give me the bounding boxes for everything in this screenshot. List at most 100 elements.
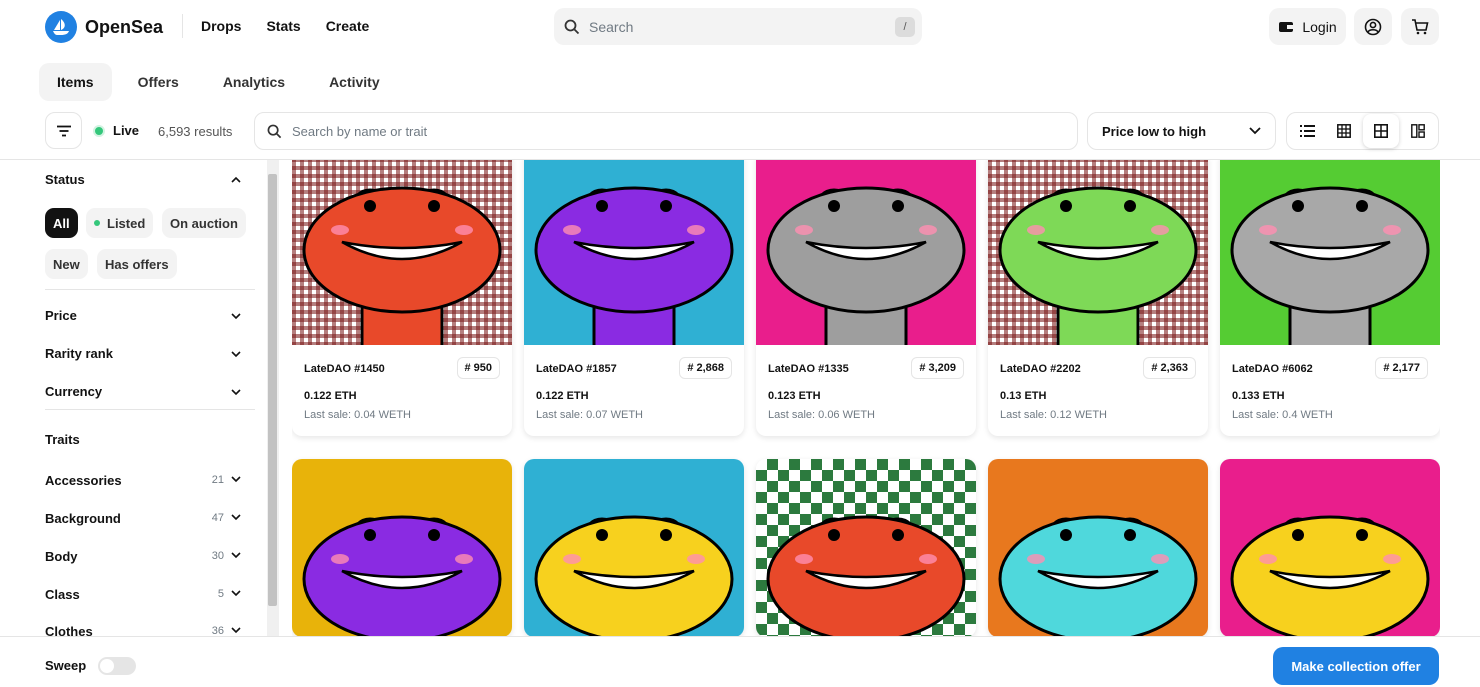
make-collection-offer-button[interactable]: Make collection offer [1273, 647, 1439, 685]
nft-last-sale: Last sale: 0.4 WETH [1232, 409, 1333, 421]
nft-card[interactable] [524, 459, 744, 636]
frog-illustration [302, 186, 502, 345]
chevron-up-icon[interactable] [230, 174, 242, 186]
live-label: Live [113, 123, 140, 138]
global-search-input[interactable]: Search / [554, 8, 922, 45]
top-header: OpenSea Drops Stats Create Search / Logi… [0, 0, 1480, 54]
nft-name: LateDAO #1450 [304, 363, 385, 375]
trait-class[interactable]: Class [45, 587, 80, 602]
chevron-down-icon[interactable] [230, 549, 242, 561]
nft-image[interactable] [988, 459, 1208, 636]
nft-image[interactable] [524, 160, 744, 345]
chevron-down-icon[interactable] [230, 624, 242, 636]
nft-card[interactable] [988, 459, 1208, 636]
tab-items[interactable]: Items [39, 63, 112, 101]
nft-card-info: LateDAO #2202 # 2,363 0.13 ETH Last sale: 0… [988, 345, 1208, 436]
nft-image[interactable] [988, 160, 1208, 345]
grid-large-icon [1373, 124, 1388, 138]
status-pill-new[interactable]: New [45, 249, 88, 279]
small-grid-view-button[interactable] [1326, 114, 1363, 148]
status-pill-on-auction[interactable]: On auction [162, 208, 246, 238]
currency-filter[interactable]: Currency [45, 384, 102, 399]
nft-card[interactable]: LateDAO #1335 # 3,209 0.123 ETH Last sale: … [756, 160, 976, 436]
sidebar-scrollbar-thumb[interactable] [268, 174, 277, 606]
layout-icon [1410, 124, 1425, 138]
trait-accessories[interactable]: Accessories [45, 473, 122, 488]
grid-small-icon [1337, 124, 1352, 138]
trait-count: 30 [211, 550, 224, 562]
trait-search-input[interactable]: Search by name or trait [254, 112, 1078, 150]
rarity-rank-value: 3,209 [928, 362, 956, 374]
opensea-logo-icon [45, 11, 77, 43]
nft-last-sale: Last sale: 0.07 WETH [536, 409, 643, 421]
nft-card[interactable]: LateDAO #1857 # 2,868 0.122 ETH Last sale: … [524, 160, 744, 436]
status-pill-listed-label: Listed [107, 215, 146, 231]
status-pill-all[interactable]: All [45, 208, 78, 238]
large-grid-view-button[interactable] [1362, 114, 1400, 148]
cart-button[interactable] [1401, 8, 1439, 45]
nft-card-info: LateDAO #1857 # 2,868 0.122 ETH Last sale: … [524, 345, 744, 436]
chevron-down-icon[interactable] [230, 473, 242, 485]
sweep-toggle[interactable] [98, 657, 136, 675]
filter-toggle-button[interactable] [45, 112, 82, 149]
list-view-button[interactable] [1289, 114, 1326, 148]
nft-image[interactable] [292, 459, 512, 636]
trait-background[interactable]: Background [45, 511, 121, 526]
list-icon [1299, 125, 1315, 137]
detail-view-button[interactable] [1399, 114, 1436, 148]
nft-price: 0.122 ETH [536, 390, 589, 402]
rarity-rank-value: 2,177 [1392, 362, 1420, 374]
search-icon [267, 124, 282, 138]
account-button[interactable] [1354, 8, 1392, 45]
nav-create[interactable]: Create [326, 18, 370, 34]
tab-analytics[interactable]: Analytics [205, 63, 303, 101]
brand-logo[interactable]: OpenSea [45, 11, 163, 43]
chevron-down-icon[interactable] [230, 348, 242, 360]
trait-clothes[interactable]: Clothes [45, 624, 93, 636]
status-pill-listed[interactable]: Listed [86, 208, 154, 238]
nav-drops[interactable]: Drops [201, 18, 241, 34]
nft-image[interactable] [292, 160, 512, 345]
nft-image[interactable] [756, 160, 976, 345]
login-button[interactable]: Login [1269, 8, 1346, 45]
traits-title: Traits [45, 432, 80, 447]
frog-illustration [534, 186, 734, 345]
nft-card[interactable]: LateDAO #1450 # 950 0.122 ETH Last sale: 0.… [292, 160, 512, 436]
nft-card[interactable] [756, 459, 976, 636]
nft-card[interactable] [292, 459, 512, 636]
rarity-rank-badge: # 2,868 [679, 357, 732, 379]
nft-card[interactable]: LateDAO #2202 # 2,363 0.13 ETH Last sale: 0… [988, 160, 1208, 436]
price-filter[interactable]: Price [45, 308, 77, 323]
tab-activity[interactable]: Activity [311, 63, 398, 101]
sidebar-divider [45, 289, 255, 290]
trait-count: 36 [211, 625, 224, 636]
rarity-filter[interactable]: Rarity rank [45, 346, 113, 361]
frog-illustration [1230, 515, 1430, 636]
nft-image[interactable] [756, 459, 976, 636]
chevron-down-icon[interactable] [230, 511, 242, 523]
hash-icon: # [1383, 362, 1390, 374]
filter-sidebar: Status All Listed On auction New Has off… [0, 160, 268, 636]
nft-image[interactable] [1220, 160, 1440, 345]
nft-image[interactable] [524, 459, 744, 636]
status-pill-has-offers[interactable]: Has offers [97, 249, 177, 279]
rarity-rank-badge: # 950 [456, 357, 500, 379]
nft-image[interactable] [1220, 459, 1440, 636]
nav-stats[interactable]: Stats [266, 18, 300, 34]
chevron-down-icon[interactable] [230, 386, 242, 398]
rarity-rank-value: 950 [473, 362, 492, 374]
trait-count: 5 [217, 588, 224, 600]
chevron-down-icon[interactable] [230, 310, 242, 322]
sort-dropdown[interactable]: Price low to high [1087, 112, 1276, 150]
frog-illustration [998, 515, 1198, 636]
nft-card[interactable] [1220, 459, 1440, 636]
chevron-down-icon[interactable] [230, 587, 242, 599]
hash-icon: # [464, 362, 471, 374]
trait-body[interactable]: Body [45, 549, 78, 564]
nft-last-sale: Last sale: 0.06 WETH [768, 409, 875, 421]
search-placeholder: Search [589, 18, 634, 35]
tab-offers[interactable]: Offers [120, 63, 197, 101]
nft-card[interactable]: LateDAO #6062 # 2,177 0.133 ETH Last sale: … [1220, 160, 1440, 436]
status-filter-title[interactable]: Status [45, 172, 85, 187]
items-grid: LateDAO #1450 # 950 0.122 ETH Last sale: 0.… [292, 160, 1440, 636]
